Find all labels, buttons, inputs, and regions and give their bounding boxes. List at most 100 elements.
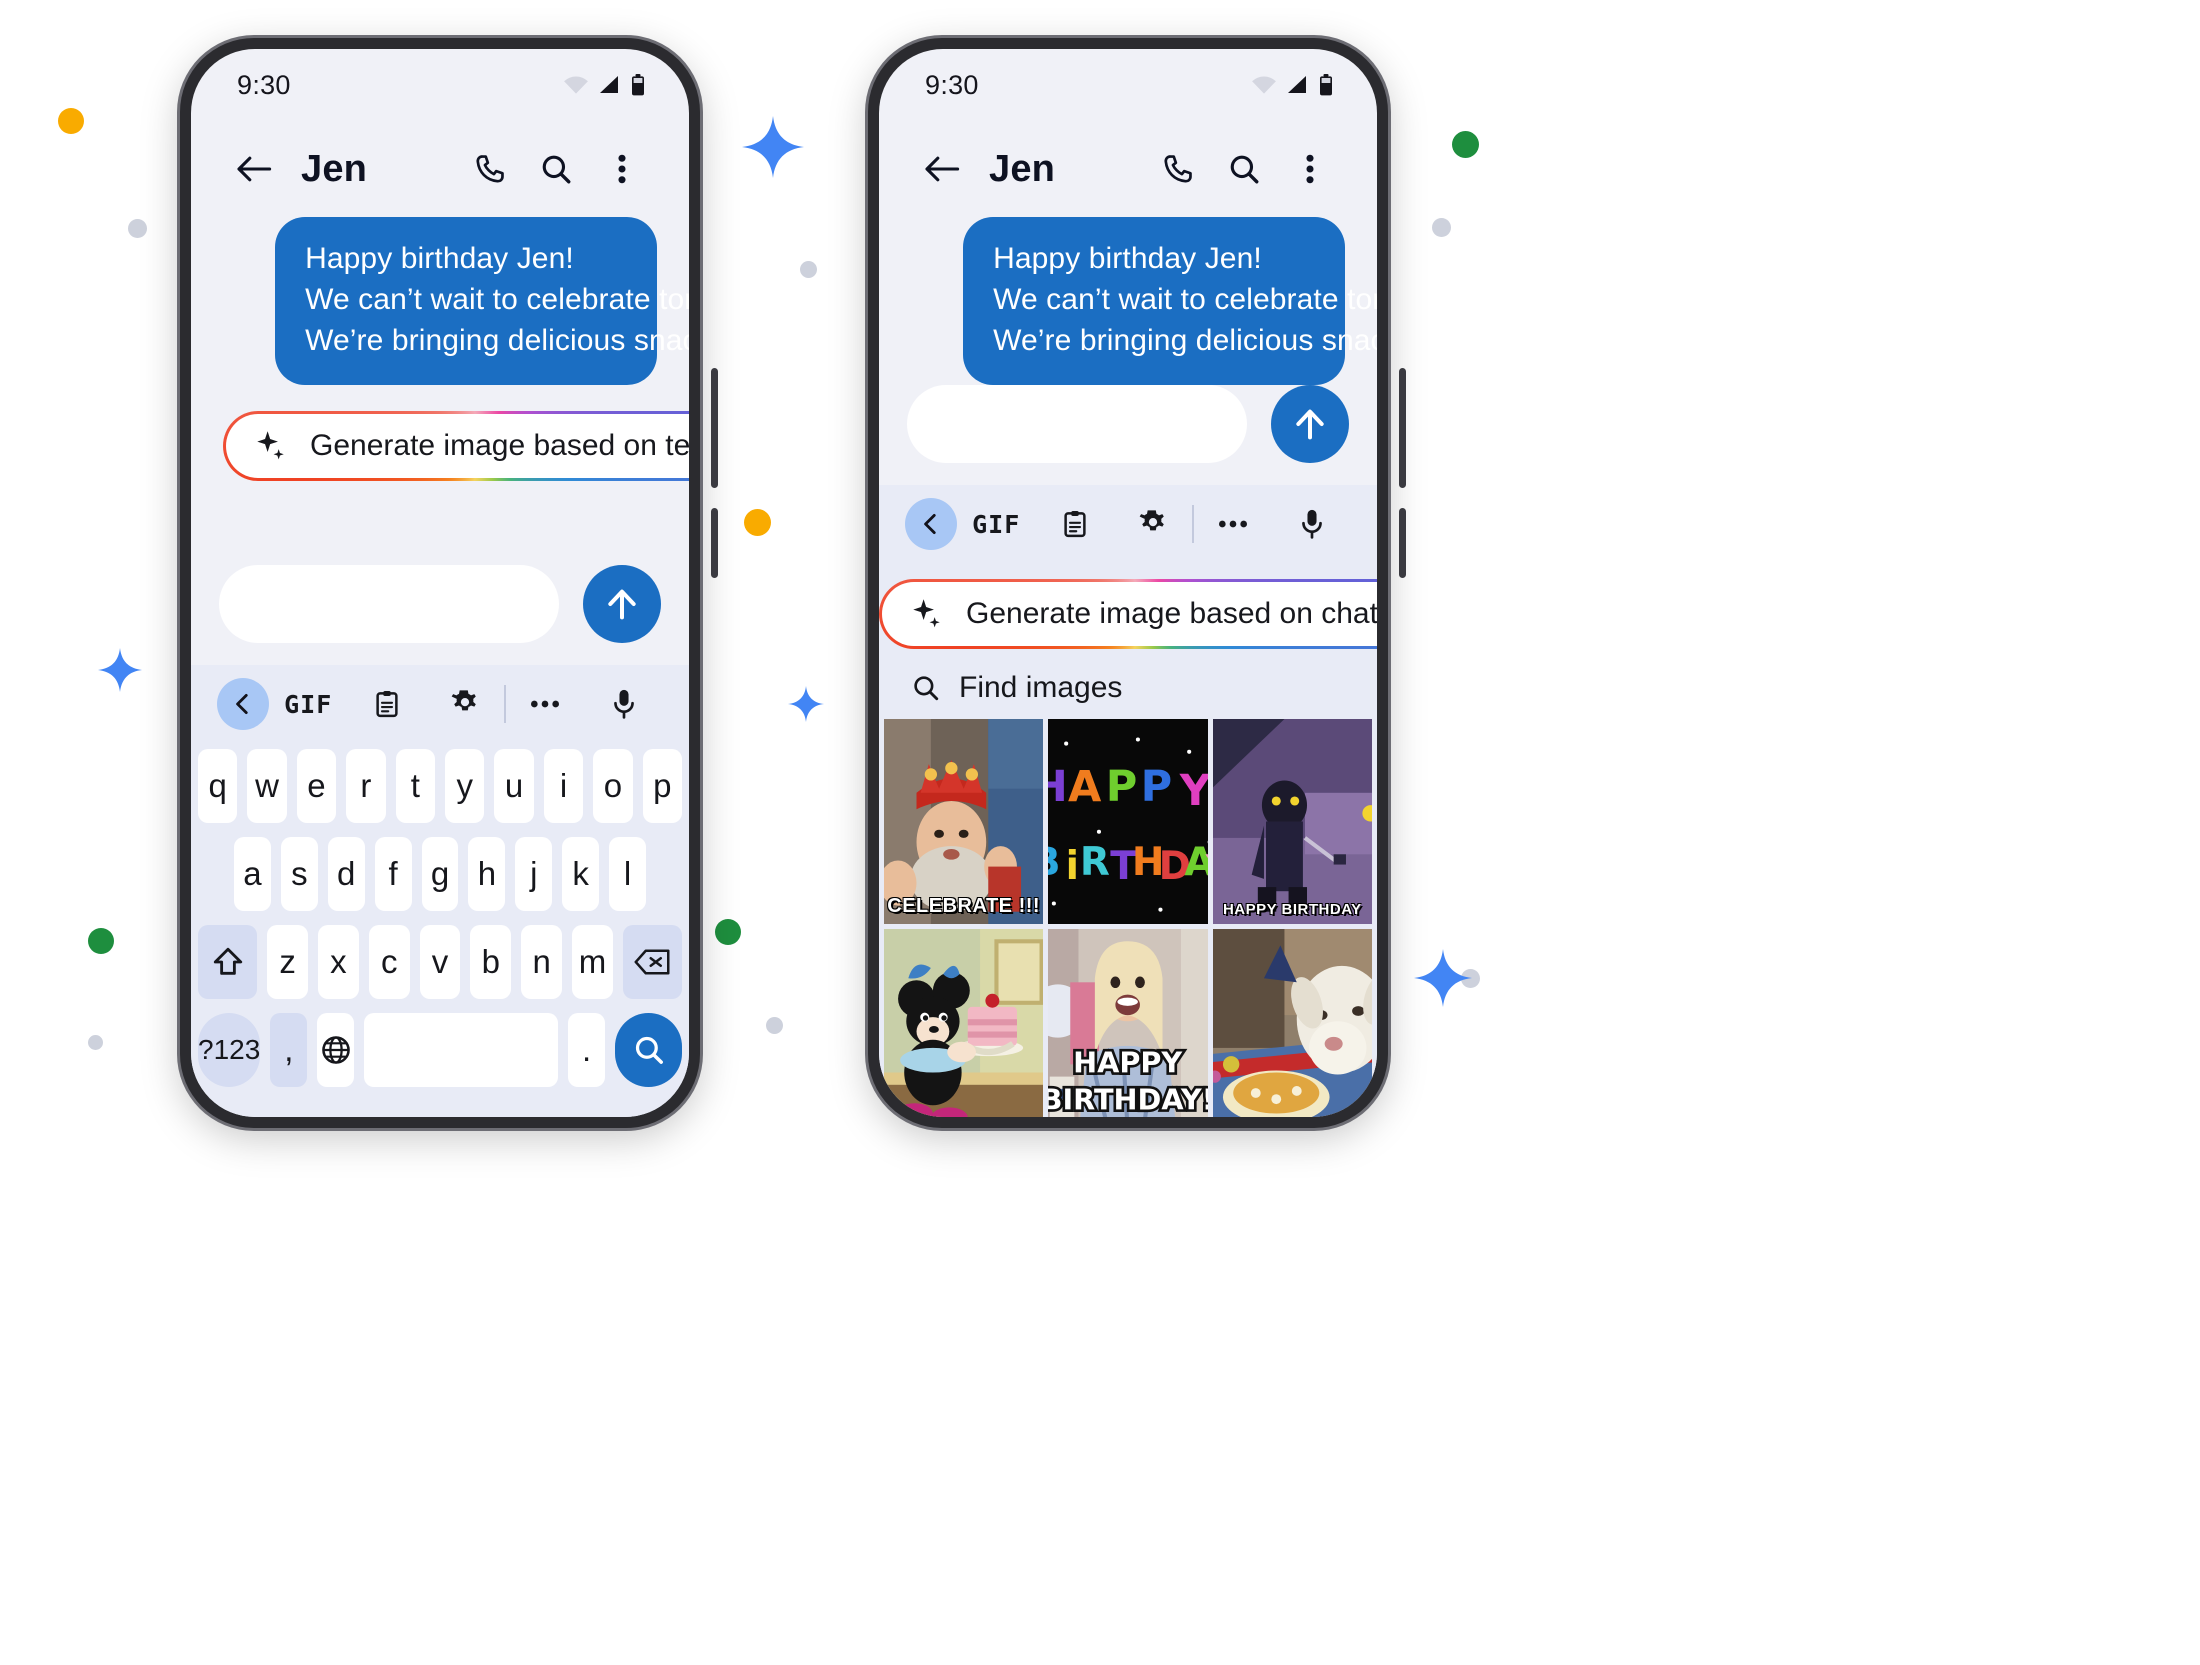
generate-image-chip[interactable]: Generate image based on chat	[882, 582, 1377, 647]
phone-right-side-button-2[interactable]	[1399, 508, 1406, 578]
wifi-icon	[1252, 76, 1276, 94]
keyboard-row-1: qwertyuiop	[197, 749, 683, 823]
key-y[interactable]: y	[445, 749, 485, 823]
key-o[interactable]: o	[593, 749, 633, 823]
sparkle-ai-icon	[913, 599, 940, 628]
key-x[interactable]: x	[317, 925, 359, 999]
keyboard-toolbar-left: GIF	[191, 665, 689, 743]
key-z[interactable]: z	[267, 925, 308, 999]
call-button[interactable]	[457, 152, 523, 186]
find-images-row[interactable]: Find images	[879, 655, 1377, 720]
message-line: Happy birthday Jen!	[305, 242, 574, 275]
gif-thumb	[1212, 719, 1372, 925]
clipboard-icon	[375, 691, 398, 718]
search-button[interactable]	[1211, 152, 1277, 186]
back-button[interactable]	[225, 154, 283, 184]
message-bubble-outgoing[interactable]: Happy birthday Jen! We can’t wait to cel…	[963, 217, 1377, 386]
svg-text:H: H	[1048, 762, 1068, 812]
key-backspace[interactable]	[622, 925, 683, 999]
dot-grey-left-upper	[128, 219, 147, 238]
globe-icon	[321, 1036, 350, 1064]
send-button[interactable]	[583, 565, 661, 643]
key-b[interactable]: b	[470, 925, 512, 999]
gif-dog-cake[interactable]	[1212, 929, 1372, 1117]
message-line: Happy birthday Jen!	[993, 242, 1262, 275]
voice-input-button[interactable]	[1273, 508, 1351, 540]
clipboard-button[interactable]	[347, 689, 425, 719]
key-c[interactable]: c	[368, 925, 410, 999]
key-h[interactable]: h	[468, 837, 506, 911]
gif-caption: HAPPY BIRTHDAY	[1222, 901, 1362, 919]
call-button[interactable]	[1145, 152, 1211, 186]
key-period[interactable]: .	[568, 1013, 606, 1087]
key-a[interactable]: a	[234, 837, 271, 911]
settings-button[interactable]	[426, 688, 504, 720]
svg-text:A: A	[1068, 762, 1102, 812]
phone-left-side-button[interactable]	[711, 368, 718, 488]
message-input[interactable]	[907, 385, 1247, 464]
gif-button[interactable]: GIF	[269, 690, 347, 719]
gif-cartoon-birthday[interactable]: HAPPY BIRTHDAY	[1212, 719, 1372, 925]
key-k[interactable]: k	[562, 837, 600, 911]
key-j[interactable]: j	[515, 837, 553, 911]
back-button[interactable]	[913, 154, 971, 184]
gif-woman-birthday[interactable]: HAPPY BIRTHDAY! HAPPY BIRTHDAY!	[1048, 929, 1208, 1117]
message-bubble-outgoing[interactable]: Happy birthday Jen! We can’t wait to cel…	[275, 217, 689, 386]
phone-right-side-button[interactable]	[1399, 368, 1406, 488]
key-t[interactable]: t	[395, 749, 435, 823]
key-n[interactable]: n	[521, 925, 563, 999]
keyboard-back-button[interactable]	[905, 498, 957, 551]
gif-happy-birthday-letters[interactable]: H A P P Y B i R T H D	[1048, 719, 1208, 925]
key-search[interactable]	[615, 1013, 683, 1087]
clipboard-icon	[1063, 511, 1086, 538]
more-options-button[interactable]	[1194, 518, 1272, 530]
clipboard-button[interactable]	[1035, 509, 1113, 539]
find-images-label: Find images	[959, 671, 1123, 705]
send-button[interactable]	[1271, 385, 1349, 464]
keyboard-back-button[interactable]	[217, 678, 269, 730]
search-button[interactable]	[523, 152, 589, 186]
key-w[interactable]: w	[247, 749, 287, 823]
scene-root: 9:30 Jen Happy birthday Jen! We can’t wa…	[0, 0, 2200, 1665]
search-icon	[542, 155, 571, 184]
gif-button-label: GIF	[972, 509, 1021, 539]
key-p[interactable]: p	[642, 749, 683, 823]
overflow-menu-button[interactable]	[589, 152, 655, 186]
key-s[interactable]: s	[280, 837, 318, 911]
key-d[interactable]: d	[327, 837, 365, 911]
conversation-left: Happy birthday Jen! We can’t wait to cel…	[191, 217, 689, 565]
settings-button[interactable]	[1114, 508, 1192, 540]
gear-icon	[451, 690, 476, 711]
key-v[interactable]: v	[419, 925, 461, 999]
key-space[interactable]	[364, 1013, 559, 1087]
message-input[interactable]	[219, 565, 559, 643]
overflow-menu-button[interactable]	[1277, 152, 1343, 186]
gif-minnie-cake[interactable]	[884, 929, 1044, 1117]
key-r[interactable]: r	[346, 749, 386, 823]
phone-left-side-button-2[interactable]	[711, 508, 718, 578]
key-u[interactable]: u	[494, 749, 534, 823]
key-l[interactable]: l	[609, 837, 647, 911]
key-q[interactable]: q	[197, 749, 238, 823]
key-g[interactable]: g	[421, 837, 459, 911]
compose-row-left	[191, 565, 689, 665]
sparkle-right-low	[1414, 949, 1472, 1007]
key-i[interactable]: i	[543, 749, 584, 823]
key-comma[interactable]: ,	[270, 1013, 308, 1087]
gif-button[interactable]: GIF	[957, 510, 1035, 539]
chevron-left-icon	[236, 693, 248, 715]
key-symbols[interactable]: ?123	[198, 1013, 261, 1087]
voice-input-button[interactable]	[585, 688, 663, 720]
key-f[interactable]: f	[374, 837, 412, 911]
key-e[interactable]: e	[296, 749, 337, 823]
more-options-button[interactable]	[506, 698, 584, 710]
svg-text:B: B	[1048, 840, 1061, 885]
dot-yellow-left	[58, 108, 84, 134]
key-m[interactable]: m	[572, 925, 613, 999]
dot-green-left	[88, 928, 114, 954]
generate-image-chip[interactable]: Generate image based on text	[226, 414, 689, 479]
gif-thumb: HAPPY BIRTHDAY!	[1048, 929, 1208, 1117]
key-language[interactable]	[317, 1013, 355, 1087]
key-shift[interactable]	[197, 925, 258, 999]
gif-kid-celebrate[interactable]: CELEBRATE !!!	[884, 719, 1044, 925]
